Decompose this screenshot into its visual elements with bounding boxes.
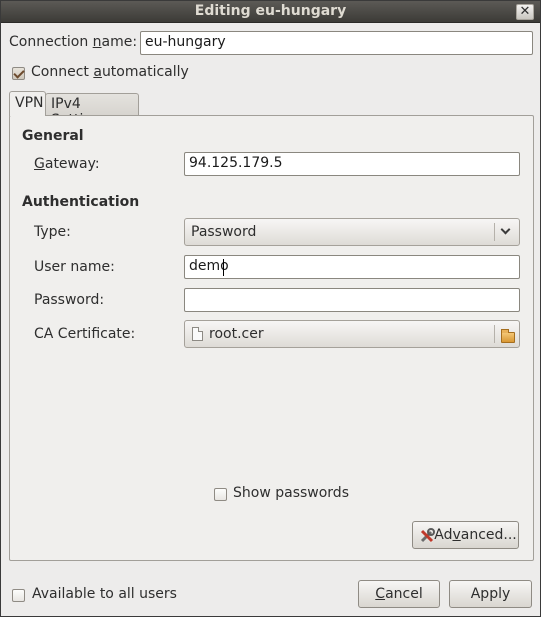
apply-button[interactable]: Apply [449, 580, 532, 608]
connect-automatically-checkbox[interactable] [12, 67, 25, 80]
cancel-button[interactable]: Cancel [358, 580, 440, 608]
type-combo[interactable]: Password [184, 218, 520, 246]
username-field[interactable]: demo [184, 255, 520, 279]
file-icon [192, 327, 203, 341]
available-to-all-users-label[interactable]: Available to all users [32, 586, 177, 602]
tools-icon [420, 528, 435, 543]
close-icon: ✕ [519, 4, 531, 19]
text-cursor [223, 259, 224, 276]
ca-certificate-chooser[interactable]: root.cer [184, 320, 520, 348]
show-passwords-label[interactable]: Show passwords [233, 485, 349, 501]
close-button[interactable]: ✕ [516, 4, 534, 20]
show-passwords-checkbox[interactable] [214, 488, 227, 501]
connection-name-field[interactable]: eu-hungary [140, 31, 533, 55]
tab-ipv4-settings[interactable]: IPv4 Settings [45, 93, 139, 128]
title-bar[interactable]: Editing eu-hungary ✕ [1, 1, 540, 23]
gateway-label: Gateway: [34, 156, 100, 172]
chevron-down-icon [500, 224, 511, 235]
combo-separator [494, 223, 495, 241]
general-heading: General [22, 128, 84, 144]
folder-icon [501, 329, 515, 343]
connection-name-label: Connection name: [9, 34, 138, 50]
ca-certificate-filename: root.cer [209, 326, 264, 342]
username-label: User name: [34, 259, 115, 275]
dialog-window: Editing eu-hungary ✕ Connection name: eu… [0, 0, 541, 617]
gateway-field[interactable]: 94.125.179.5 [184, 152, 520, 176]
tab-vpn[interactable]: VPN [9, 91, 46, 116]
authentication-heading: Authentication [22, 194, 140, 210]
type-label: Type: [34, 224, 71, 240]
type-combo-value: Password [191, 224, 257, 240]
ca-certificate-label: CA Certificate: [34, 326, 136, 342]
window-title: Editing eu-hungary [194, 3, 347, 19]
advanced-button[interactable]: Advanced... [412, 521, 519, 549]
password-label: Password: [34, 292, 105, 308]
connect-automatically-label[interactable]: Connect automatically [31, 64, 189, 80]
password-field[interactable] [184, 288, 520, 312]
available-to-all-users-checkbox[interactable] [12, 589, 25, 602]
chooser-separator [494, 325, 495, 343]
